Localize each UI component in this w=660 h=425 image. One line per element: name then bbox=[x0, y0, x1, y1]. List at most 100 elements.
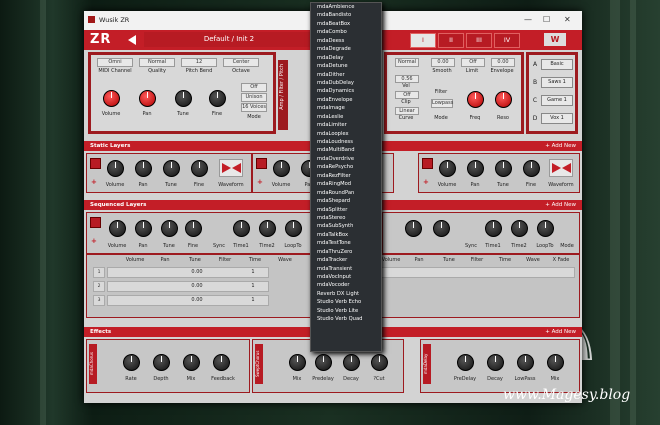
vel-value[interactable]: 0.56 bbox=[395, 75, 419, 83]
tune-knob[interactable] bbox=[163, 160, 180, 177]
menu-item[interactable]: mdaVocoder bbox=[311, 281, 381, 289]
fine-knob[interactable] bbox=[209, 90, 226, 107]
menu-item[interactable]: mdaRezFilter bbox=[311, 172, 381, 180]
depth-knob[interactable] bbox=[153, 354, 170, 371]
decay-knob[interactable] bbox=[487, 354, 504, 371]
tune-knob[interactable] bbox=[161, 220, 178, 237]
time2-knob[interactable] bbox=[511, 220, 528, 237]
tab-2[interactable]: II bbox=[438, 33, 464, 48]
tune-knob[interactable] bbox=[405, 220, 422, 237]
preset-b-button[interactable]: Saws 1 bbox=[541, 77, 573, 88]
filter-type[interactable]: Lowpass bbox=[431, 99, 453, 108]
menu-item[interactable]: mdaDubDelay bbox=[311, 79, 381, 87]
tune-knob[interactable] bbox=[175, 90, 192, 107]
add-static-layer-button[interactable]: + Add New bbox=[545, 141, 576, 151]
w-logo[interactable]: W bbox=[544, 33, 566, 46]
maximize-icon[interactable]: ☐ bbox=[543, 15, 550, 24]
menu-item[interactable]: Studio Verb Lite bbox=[311, 307, 381, 315]
add-effect-button[interactable]: + Add New bbox=[545, 327, 576, 337]
preset-c-button[interactable]: Game 1 bbox=[541, 95, 573, 106]
menu-item[interactable]: mdaLooplex bbox=[311, 130, 381, 138]
menu-item[interactable]: mdaEnvelope bbox=[311, 96, 381, 104]
menu-item[interactable]: mdaDegrade bbox=[311, 45, 381, 53]
table-row[interactable] bbox=[377, 267, 575, 278]
vel-mode[interactable]: Normal bbox=[395, 58, 419, 67]
time2-knob[interactable] bbox=[259, 220, 276, 237]
menu-item[interactable]: Studio Verb Echo bbox=[311, 298, 381, 306]
menu-item[interactable]: mdaTalkBox bbox=[311, 231, 381, 239]
add-sequenced-layer-button[interactable]: + Add New bbox=[545, 200, 576, 210]
preset-d-button[interactable]: Vox 1 bbox=[541, 113, 573, 124]
decay-knob[interactable] bbox=[343, 354, 360, 371]
volume-knob[interactable] bbox=[107, 160, 124, 177]
menu-item[interactable]: mdaDetune bbox=[311, 62, 381, 70]
amp-filter-pitch-tab[interactable]: Amp / Filter / Pitch bbox=[278, 60, 288, 130]
fine-knob[interactable] bbox=[191, 160, 208, 177]
volume-knob[interactable] bbox=[439, 160, 456, 177]
menu-item[interactable]: mdaShepard bbox=[311, 197, 381, 205]
menu-item[interactable]: mdaRePsycho bbox=[311, 163, 381, 171]
menu-item[interactable]: mdaThruZero bbox=[311, 248, 381, 256]
limit-lcd[interactable]: Off bbox=[461, 58, 485, 67]
pan-knob[interactable] bbox=[135, 160, 152, 177]
menu-item[interactable]: mdaVocInput bbox=[311, 273, 381, 281]
effect-name-tab[interactable]: mdaChorus bbox=[89, 344, 97, 384]
menu-item[interactable]: mdaRingMod bbox=[311, 180, 381, 188]
predelay-knob[interactable] bbox=[315, 354, 332, 371]
volume-knob[interactable] bbox=[273, 160, 290, 177]
close-icon[interactable]: ✕ bbox=[564, 15, 571, 24]
add-icon[interactable]: + bbox=[423, 178, 429, 186]
menu-item[interactable]: mdaSplitter bbox=[311, 206, 381, 214]
pan-knob[interactable] bbox=[139, 90, 156, 107]
menu-item[interactable]: mdaAmbience bbox=[311, 3, 381, 11]
prev-preset-icon[interactable] bbox=[128, 35, 136, 45]
add-icon[interactable]: + bbox=[257, 178, 263, 186]
menu-item[interactable]: mdaDynamics bbox=[311, 87, 381, 95]
preset-a-button[interactable]: Basic bbox=[541, 59, 573, 70]
menu-item[interactable]: mdaDeess bbox=[311, 37, 381, 45]
menu-item[interactable]: mdaTransient bbox=[311, 265, 381, 273]
feedback-knob[interactable] bbox=[213, 354, 230, 371]
menu-item[interactable]: mdaDelay bbox=[311, 54, 381, 62]
menu-item[interactable]: mdaLoudness bbox=[311, 138, 381, 146]
menu-item[interactable]: mdaDither bbox=[311, 71, 381, 79]
menu-item[interactable]: mdaStereo bbox=[311, 214, 381, 222]
row-number[interactable]: 2 bbox=[93, 281, 105, 292]
mode-off[interactable]: Off bbox=[241, 83, 267, 92]
envelope-lcd[interactable]: 0.00 bbox=[491, 58, 515, 67]
volume-knob[interactable] bbox=[103, 90, 120, 107]
menu-item[interactable]: mdaTestTone bbox=[311, 239, 381, 247]
menu-item[interactable]: mdaBeatBox bbox=[311, 20, 381, 28]
mix-knob[interactable] bbox=[547, 354, 564, 371]
menu-item[interactable]: mdaImage bbox=[311, 104, 381, 112]
layer-enable-toggle[interactable] bbox=[422, 158, 433, 169]
menu-item[interactable]: mdaBandisto bbox=[311, 11, 381, 19]
tab-1[interactable]: I bbox=[410, 33, 436, 48]
freq-knob[interactable] bbox=[467, 91, 484, 108]
menu-item[interactable]: mdaMultiBand bbox=[311, 146, 381, 154]
minimize-icon[interactable]: — bbox=[524, 15, 532, 24]
fine-knob[interactable] bbox=[523, 160, 540, 177]
reso-knob[interactable] bbox=[495, 91, 512, 108]
layer-enable-toggle[interactable] bbox=[90, 217, 101, 228]
loopto-knob[interactable] bbox=[285, 220, 302, 237]
pitch-bend-lcd[interactable]: 12 bbox=[181, 58, 217, 67]
loopto-knob[interactable] bbox=[537, 220, 554, 237]
fine-knob[interactable] bbox=[185, 220, 202, 237]
lowpass-knob[interactable] bbox=[517, 354, 534, 371]
volume-knob[interactable] bbox=[109, 220, 126, 237]
menu-item[interactable]: Reverb DX Light bbox=[311, 290, 381, 298]
tab-4[interactable]: IV bbox=[494, 33, 520, 48]
effect-name-tab[interactable]: mdaDelay bbox=[423, 344, 431, 384]
midi-channel-lcd[interactable]: Omni bbox=[97, 58, 133, 67]
smooth-lcd[interactable]: 0.00 bbox=[431, 58, 455, 67]
row-number[interactable]: 3 bbox=[93, 295, 105, 306]
cut-knob[interactable] bbox=[371, 354, 388, 371]
effect-name-tab[interactable]: SweptChorus bbox=[255, 344, 263, 384]
fine-knob[interactable] bbox=[433, 220, 450, 237]
add-icon[interactable]: + bbox=[91, 237, 97, 245]
time1-knob[interactable] bbox=[485, 220, 502, 237]
row-number[interactable]: 1 bbox=[93, 267, 105, 278]
preset-name[interactable]: Default / Init 2 bbox=[144, 32, 314, 47]
menu-item[interactable]: mdaTracker bbox=[311, 256, 381, 264]
